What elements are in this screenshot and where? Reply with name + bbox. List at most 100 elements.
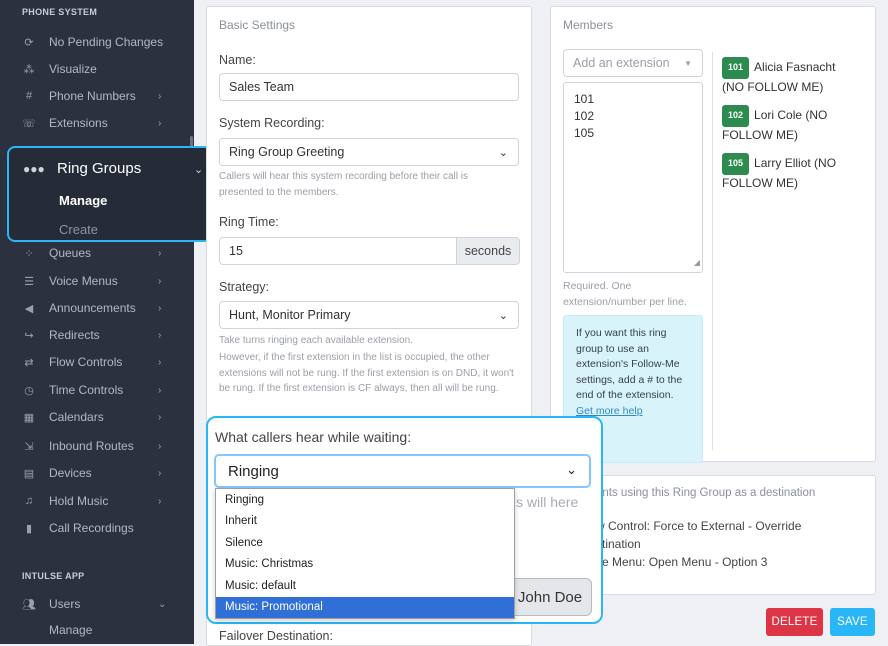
sidebar-item-ring-groups-manage[interactable]: Manage <box>59 193 107 208</box>
destination-line[interactable]: ce Menu: Open Menu - Option 3 <box>596 555 767 569</box>
clock-icon: ◷ <box>24 384 34 397</box>
chevron-right-icon: › <box>158 302 162 314</box>
sidebar-item-label: Extensions <box>49 116 108 130</box>
calendar-icon: ▦ <box>23 411 35 424</box>
sidebar-item-calendars[interactable]: ▦ Calendars › <box>0 406 194 428</box>
sidebar-item-call-recordings[interactable]: ▮ Call Recordings <box>0 517 194 539</box>
sidebar-item-flow-controls[interactable]: ⇄ Flow Controls › <box>0 351 194 373</box>
ring-groups-highlight: ●●● Ring Groups ⌄ Manage Create <box>7 146 219 242</box>
dropdown-option[interactable]: Music: Christmas <box>216 554 514 576</box>
section-title-intulse-app: INTULSE APP <box>22 571 85 581</box>
sidebar-item-label: Devices <box>49 466 92 480</box>
chevron-down-icon[interactable]: ⌄ <box>194 163 203 176</box>
devices-icon: ▤ <box>23 467 35 480</box>
chevron-right-icon: › <box>158 329 162 341</box>
chevron-right-icon: › <box>158 117 162 129</box>
dropdown-option[interactable]: Silence <box>216 532 514 554</box>
extension-badge: 105 <box>722 153 750 175</box>
queue-icon: ⁘ <box>24 247 34 260</box>
sidebar-item-label: Inbound Routes <box>49 439 134 453</box>
chevron-down-icon: ⌄ <box>498 147 508 159</box>
system-recording-select[interactable]: Ring Group Greeting ⌄ <box>219 138 519 166</box>
extension-badge: 101 <box>722 57 750 79</box>
ring-group-icon: ●●● <box>23 162 45 176</box>
sidebar-item-visualize[interactable]: ⁂ Visualize <box>0 58 194 80</box>
sidebar-item-label: Time Controls <box>49 383 124 397</box>
phone-hash-icon: # <box>25 90 33 102</box>
members-divider <box>712 52 713 450</box>
chevron-down-icon: ⌄ <box>566 462 577 477</box>
basic-settings-title: Basic Settings <box>219 18 296 32</box>
failover-destination-label: Failover Destination: <box>219 629 333 643</box>
ring-time-unit: seconds <box>456 237 520 265</box>
sidebar-item-users[interactable]: 👥︎ Users ⌄ <box>0 593 194 615</box>
sidebar-item-announcements[interactable]: ◀ Announcements › <box>0 297 194 319</box>
system-recording-value: Ring Group Greeting <box>229 145 345 159</box>
chevron-right-icon: › <box>158 384 162 396</box>
chevron-right-icon: › <box>158 275 162 287</box>
sidebar-item-label: Redirects <box>49 328 100 342</box>
members-help: Required. One extension/number per line. <box>563 280 687 308</box>
sidebar-item-phone-numbers[interactable]: # Phone Numbers › <box>0 85 194 107</box>
dropdown-option[interactable]: Inherit <box>216 511 514 533</box>
waiting-audio-label: What callers hear while waiting: <box>215 429 412 445</box>
chevron-down-icon: ⌄ <box>158 598 167 610</box>
ring-time-value: 15 <box>229 244 243 258</box>
waiting-audio-value: Ringing <box>228 462 279 480</box>
menu-list-icon: ☰ <box>24 275 34 288</box>
sidebar-item-label: Calendars <box>49 410 104 424</box>
name-input-value: Sales Team <box>229 80 295 94</box>
flow-icon: ⇄ <box>24 356 34 369</box>
sidebar-item-ring-groups[interactable]: Ring Groups <box>57 160 141 177</box>
hidden-help-text: s will here <box>516 494 579 510</box>
sidebar-item-hold-music[interactable]: ♫ Hold Music › <box>0 490 194 512</box>
textarea-line: 102 <box>574 109 595 123</box>
sidebar-item-devices[interactable]: ▤ Devices › <box>0 462 194 484</box>
sidebar-item-label: Announcements <box>49 301 136 315</box>
section-title-phone-system: PHONE SYSTEM <box>22 7 98 17</box>
sidebar-item-ring-groups-create[interactable]: Create <box>59 222 98 237</box>
sidebar-item-label: No Pending Changes <box>49 35 164 49</box>
test-call-button[interactable]: John Doe <box>508 578 592 616</box>
sidebar-item-inbound-routes[interactable]: ⇲ Inbound Routes › <box>0 435 194 457</box>
add-extension-select[interactable]: Add an extension ▼ <box>563 49 703 77</box>
chevron-right-icon: › <box>158 495 162 507</box>
save-button[interactable]: SAVE <box>830 608 875 636</box>
network-icon: ⁂ <box>23 63 35 76</box>
strategy-label: Strategy: <box>219 280 270 294</box>
follow-me-info-text: If you want this ring group to use an ex… <box>576 327 683 401</box>
sidebar-item-time-controls[interactable]: ◷ Time Controls › <box>0 379 194 401</box>
sidebar-item-pending-changes[interactable]: ⟳ No Pending Changes <box>0 31 194 53</box>
caret-down-icon: ▼ <box>684 59 692 68</box>
sidebar-item-users-manage[interactable]: Manage <box>0 619 194 641</box>
strategy-select[interactable]: Hunt, Monitor Primary ⌄ <box>219 301 519 329</box>
waiting-audio-select[interactable]: Ringing ⌄ <box>214 454 591 488</box>
sidebar-item-extensions[interactable]: ☏ Extensions › <box>0 112 194 134</box>
dropdown-option[interactable]: Music: default <box>216 575 514 597</box>
delete-button[interactable]: DELETE <box>766 608 823 636</box>
sidebar-item-voice-menus[interactable]: ☰ Voice Menus › <box>0 270 194 292</box>
resize-handle-icon[interactable]: ◢ <box>694 254 700 271</box>
sidebar-item-queues[interactable]: ⁘ Queues › <box>0 242 194 264</box>
sidebar-item-label: Users <box>49 597 81 611</box>
get-more-help-link[interactable]: Get more help <box>576 405 643 417</box>
users-icon: 👥︎ <box>22 598 36 611</box>
music-icon: ♫ <box>24 495 34 507</box>
sidebar-item-label: Queues <box>49 246 92 260</box>
ring-time-input[interactable]: 15 <box>219 237 457 265</box>
dropdown-option[interactable]: Ringing <box>216 489 514 511</box>
extensions-textarea[interactable]: 101 102 105 ◢ <box>563 82 703 273</box>
member-item: 105 Larry Elliot (NO FOLLOW ME) <box>722 153 850 192</box>
sidebar-item-label: Phone Numbers <box>49 89 136 103</box>
name-input[interactable]: Sales Team <box>219 73 519 101</box>
sidebar-item-redirects[interactable]: ↪ Redirects › <box>0 324 194 346</box>
textarea-line: 105 <box>574 126 595 140</box>
chevron-right-icon: › <box>158 467 162 479</box>
destination-line[interactable]: w Control: Force to External - Override <box>596 519 801 533</box>
chevron-right-icon: › <box>158 90 162 102</box>
dropdown-option-selected[interactable]: Music: Promotional <box>216 596 514 618</box>
redirect-icon: ↪ <box>24 329 34 342</box>
ring-time-label: Ring Time: <box>219 215 279 229</box>
chevron-down-icon: ⌄ <box>498 310 508 322</box>
textarea-line: 101 <box>574 92 595 106</box>
